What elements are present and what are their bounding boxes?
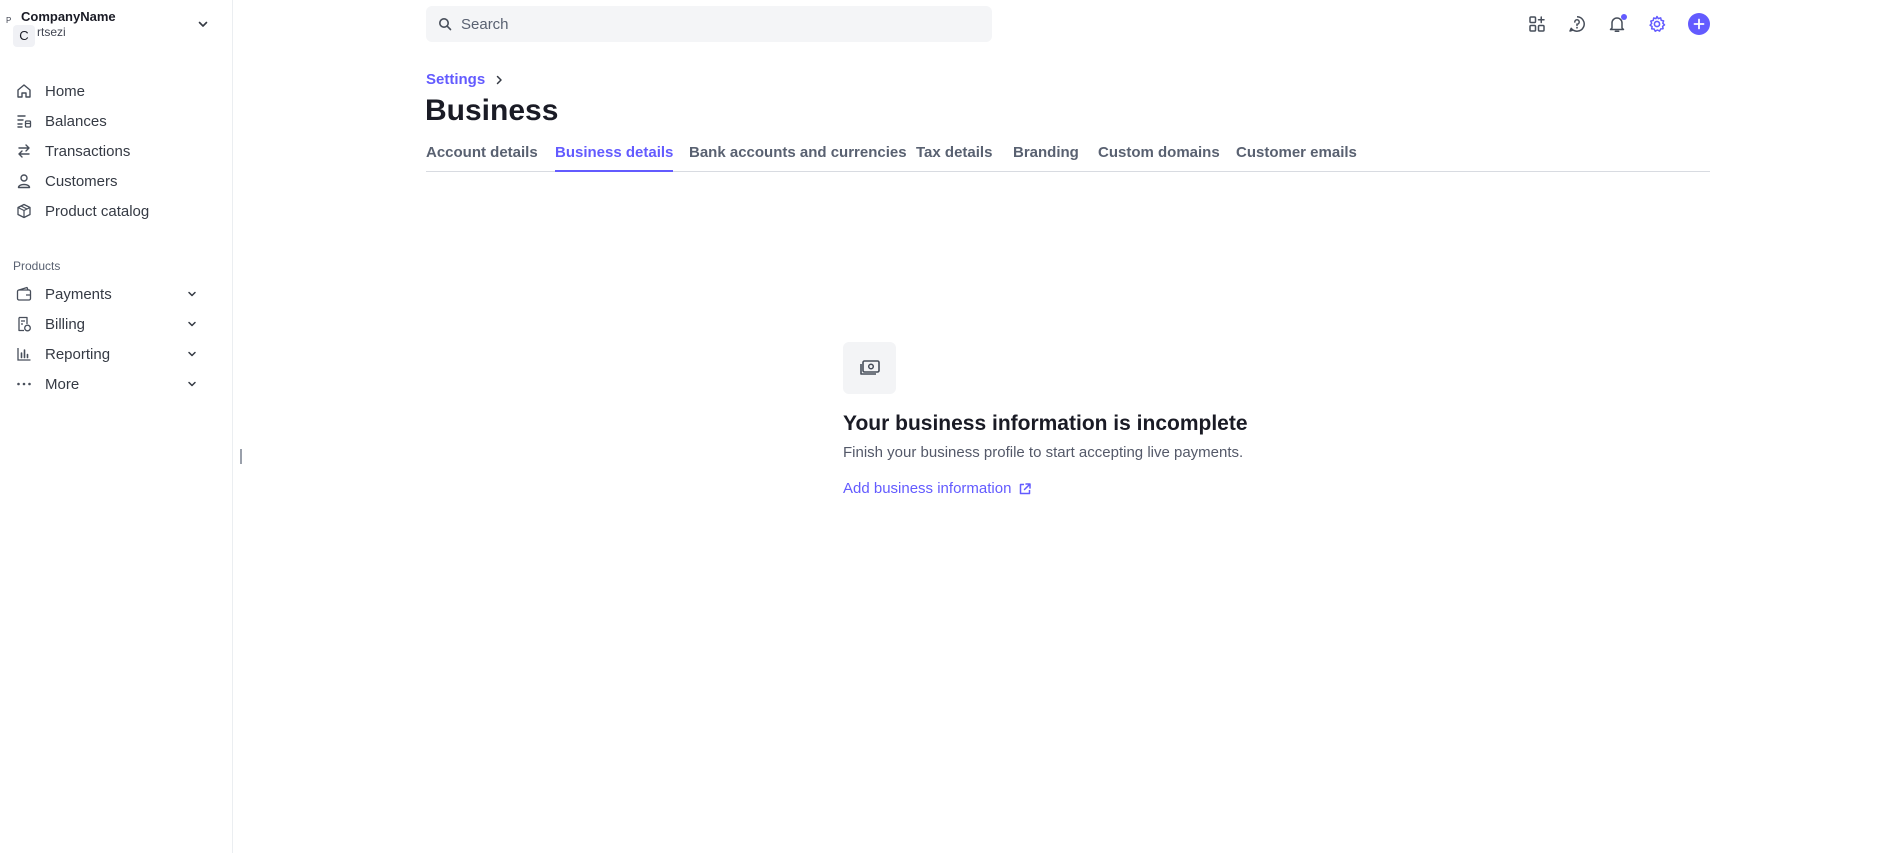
tab-custom-domains[interactable]: Custom domains [1098,144,1220,172]
cash-icon [843,342,896,394]
chevron-down-icon [185,287,199,301]
sidebar-item-label: Payments [45,285,112,303]
tab-customer-emails[interactable]: Customer emails [1236,144,1357,172]
billing-icon [15,315,33,333]
chevron-down-icon [185,347,199,361]
sidebar: P C CompanyName rtsezi Home Balances Tra… [0,0,233,853]
tab-branding[interactable]: Branding [1013,144,1079,172]
account-avatar: C [13,25,35,47]
empty-state-title: Your business information is incomplete [843,412,1248,435]
tab-tax-details[interactable]: Tax details [916,144,992,172]
sidebar-section-label: Products [13,259,61,273]
breadcrumb: Settings [426,71,505,88]
sidebar-item-billing[interactable]: Billing [13,311,213,337]
sidebar-item-label: Transactions [45,142,131,160]
more-dots-icon [15,375,33,393]
empty-state-description: Finish your business profile to start ac… [843,444,1244,461]
notifications-icon[interactable] [1606,13,1628,35]
balances-icon [15,112,33,130]
chevron-down-icon [185,317,199,331]
search-icon [438,17,452,31]
account-name: CompanyName [21,9,116,24]
product-catalog-icon [15,202,33,220]
sidebar-item-label: Product catalog [45,202,150,220]
apps-icon[interactable] [1526,13,1548,35]
sidebar-item-label: Home [45,82,86,100]
sidebar-item-home[interactable]: Home [13,78,213,104]
breadcrumb-settings-link[interactable]: Settings [426,71,485,88]
sidebar-item-label: Reporting [45,345,111,363]
home-icon [15,82,33,100]
payments-icon [15,285,33,303]
sidebar-item-product-catalog[interactable]: Product catalog [13,198,213,224]
tab-account-details[interactable]: Account details [426,144,538,172]
chevron-down-icon [196,17,210,31]
sidebar-item-balances[interactable]: Balances [13,108,213,134]
create-plus-icon[interactable] [1688,13,1710,35]
settings-icon[interactable] [1646,13,1668,35]
account-subtitle: rtsezi [37,25,66,39]
tab-business-details[interactable]: Business details [555,144,674,172]
page-title: Business [425,94,559,127]
sidebar-item-label: Billing [45,315,86,333]
help-icon[interactable] [1566,13,1588,35]
sidebar-item-reporting[interactable]: Reporting [13,341,213,367]
sidebar-item-customers[interactable]: Customers [13,168,213,194]
sidebar-item-transactions[interactable]: Transactions [13,138,213,164]
external-link-icon [1018,482,1032,496]
account-mini-letter: P [6,16,12,25]
notification-badge [1621,14,1627,20]
chevron-down-icon [185,377,199,391]
search-placeholder: Search [461,15,509,33]
account-switcher[interactable]: P C CompanyName rtsezi [0,0,232,48]
sidebar-item-label: Balances [45,112,107,130]
sidebar-item-label: More [45,375,80,393]
tab-bank-accounts-and-currencies[interactable]: Bank accounts and currencies [689,144,907,172]
reporting-icon [15,345,33,363]
customers-icon [15,172,33,190]
search-input[interactable]: Search [426,6,992,42]
settings-tabs: Account details Business details Bank ac… [426,140,1710,172]
add-business-information-label: Add business information [843,480,1012,497]
add-business-information-link[interactable]: Add business information [843,480,1032,497]
chevron-right-icon [493,74,505,86]
sidebar-item-more[interactable]: More [13,371,213,397]
transactions-icon [15,142,33,160]
sidebar-item-label: Customers [45,172,118,190]
sidebar-item-payments[interactable]: Payments [13,281,213,307]
sidebar-resize-handle[interactable] [240,449,242,464]
